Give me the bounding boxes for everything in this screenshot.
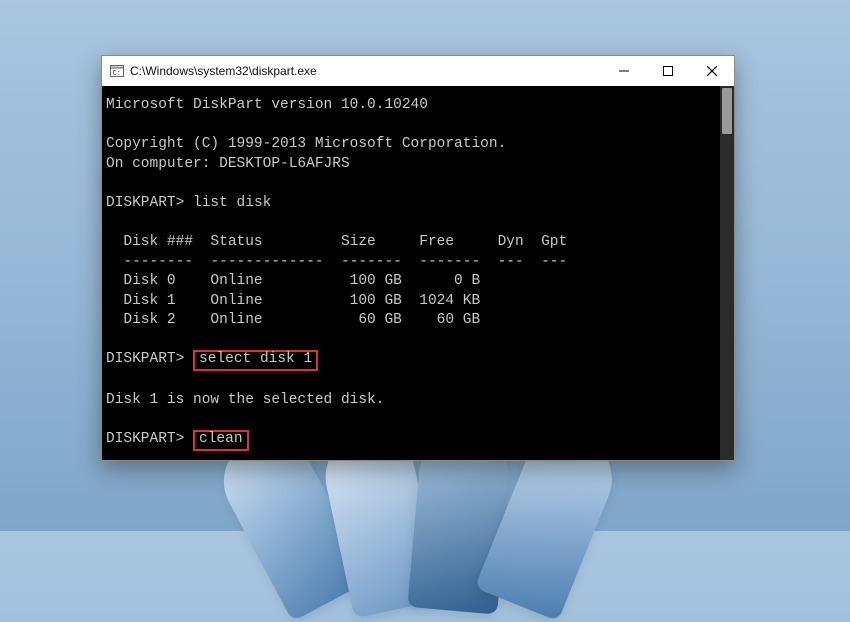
scroll-thumb[interactable] [722, 88, 732, 134]
vertical-scrollbar[interactable] [720, 86, 734, 460]
maximize-button[interactable] [646, 56, 690, 86]
table-divider: -------- ------------- ------- ------- -… [106, 254, 567, 270]
prompt: DISKPART> [106, 431, 184, 447]
minimize-button[interactable] [602, 56, 646, 86]
cmd-clean: clean [193, 430, 249, 451]
computer-line: On computer: DESKTOP-L6AFJRS [106, 156, 350, 172]
table-row: Disk 1 Online 100 GB 1024 KB [106, 293, 480, 309]
terminal-area: Microsoft DiskPart version 10.0.10240 Co… [102, 86, 734, 460]
titlebar[interactable]: C: C:\Windows\system32\diskpart.exe [102, 56, 734, 86]
window-title: C:\Windows\system32\diskpart.exe [130, 64, 602, 78]
prompt: DISKPART> [106, 351, 184, 367]
svg-text:C:: C: [113, 70, 121, 78]
window-controls [602, 56, 734, 86]
diskpart-window: C: C:\Windows\system32\diskpart.exe Micr… [101, 55, 735, 461]
version-line: Microsoft DiskPart version 10.0.10240 [106, 97, 428, 113]
table-header: Disk ### Status Size Free Dyn Gpt [106, 234, 567, 250]
terminal-output[interactable]: Microsoft DiskPart version 10.0.10240 Co… [102, 86, 720, 460]
prompt: DISKPART> [106, 195, 184, 211]
table-row: Disk 0 Online 100 GB 0 B [106, 273, 480, 289]
msg-selected: Disk 1 is now the selected disk. [106, 392, 384, 408]
close-button[interactable] [690, 56, 734, 86]
cmd-list-disk: list disk [193, 195, 271, 211]
terminal-icon: C: [110, 64, 124, 78]
table-row: Disk 2 Online 60 GB 60 GB [106, 312, 480, 328]
copyright-line: Copyright (C) 1999-2013 Microsoft Corpor… [106, 136, 506, 152]
cmd-select-disk: select disk 1 [193, 350, 318, 371]
